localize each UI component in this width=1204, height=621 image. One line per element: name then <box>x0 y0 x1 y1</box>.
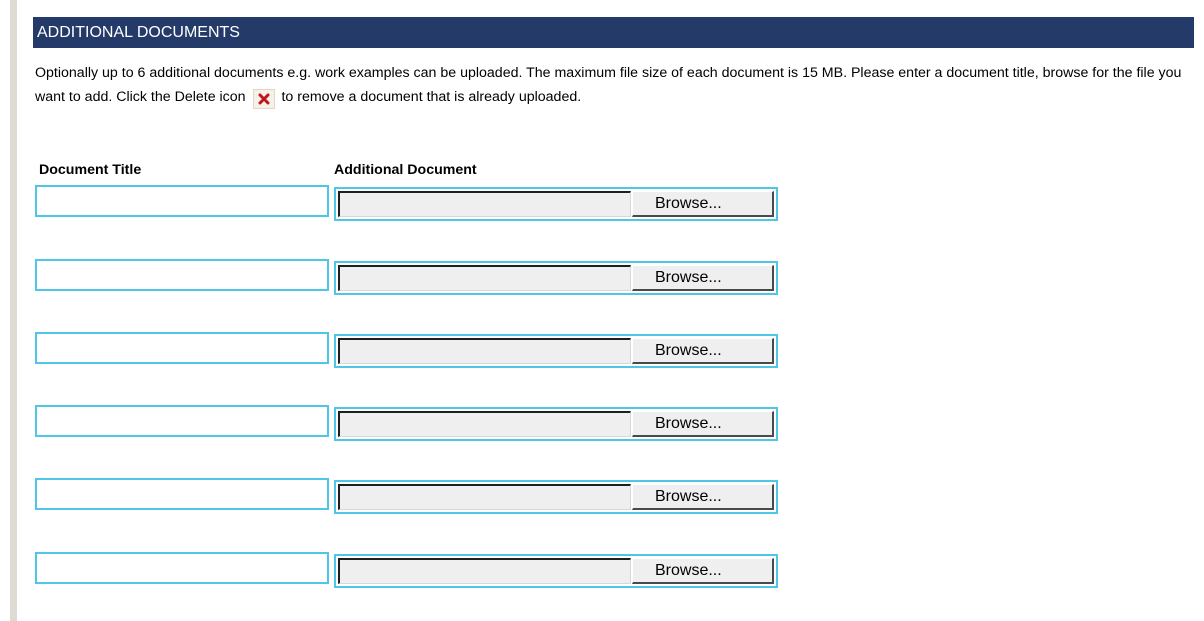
file-path-display[interactable] <box>338 411 631 437</box>
column-header-additional-document: Additional Document <box>334 162 477 178</box>
file-upload-field[interactable]: Browse... <box>334 480 778 514</box>
document-title-input[interactable] <box>35 478 329 510</box>
browse-button[interactable]: Browse... <box>632 265 774 291</box>
browse-button[interactable]: Browse... <box>632 558 774 584</box>
document-title-input[interactable] <box>35 332 329 364</box>
document-row: Browse... <box>35 332 785 368</box>
document-title-input[interactable] <box>35 259 329 291</box>
file-path-display[interactable] <box>338 558 631 584</box>
instructions-part-1: Optionally up to 6 additional documents … <box>35 65 1182 105</box>
document-row: Browse... <box>35 185 785 221</box>
document-row: Browse... <box>35 552 785 588</box>
column-header-document-title: Document Title <box>39 162 142 178</box>
file-upload-field[interactable]: Browse... <box>334 554 778 588</box>
browse-button[interactable]: Browse... <box>632 484 774 510</box>
document-row: Browse... <box>35 259 785 295</box>
document-row: Browse... <box>35 478 785 514</box>
file-upload-field[interactable]: Browse... <box>334 407 778 441</box>
document-title-input[interactable] <box>35 185 329 217</box>
document-row: Browse... <box>35 405 785 441</box>
browse-button[interactable]: Browse... <box>632 191 774 217</box>
file-path-display[interactable] <box>338 265 631 291</box>
file-upload-field[interactable]: Browse... <box>334 187 778 221</box>
section-header: ADDITIONAL DOCUMENTS <box>33 17 1194 48</box>
file-upload-field[interactable]: Browse... <box>334 261 778 295</box>
left-border-rule <box>10 0 17 621</box>
additional-documents-section: ADDITIONAL DOCUMENTS Optionally up to 6 … <box>33 17 1194 109</box>
instructions-text: Optionally up to 6 additional documents … <box>33 61 1185 109</box>
instructions-part-2: to remove a document that is already upl… <box>281 89 582 105</box>
file-path-display[interactable] <box>338 191 631 217</box>
file-path-display[interactable] <box>338 484 631 510</box>
delete-icon <box>252 89 275 109</box>
file-upload-field[interactable]: Browse... <box>334 334 778 368</box>
file-path-display[interactable] <box>338 338 631 364</box>
browse-button[interactable]: Browse... <box>632 338 774 364</box>
column-headers: Document Title Additional Document <box>37 159 777 181</box>
browse-button[interactable]: Browse... <box>632 411 774 437</box>
document-title-input[interactable] <box>35 552 329 584</box>
document-title-input[interactable] <box>35 405 329 437</box>
